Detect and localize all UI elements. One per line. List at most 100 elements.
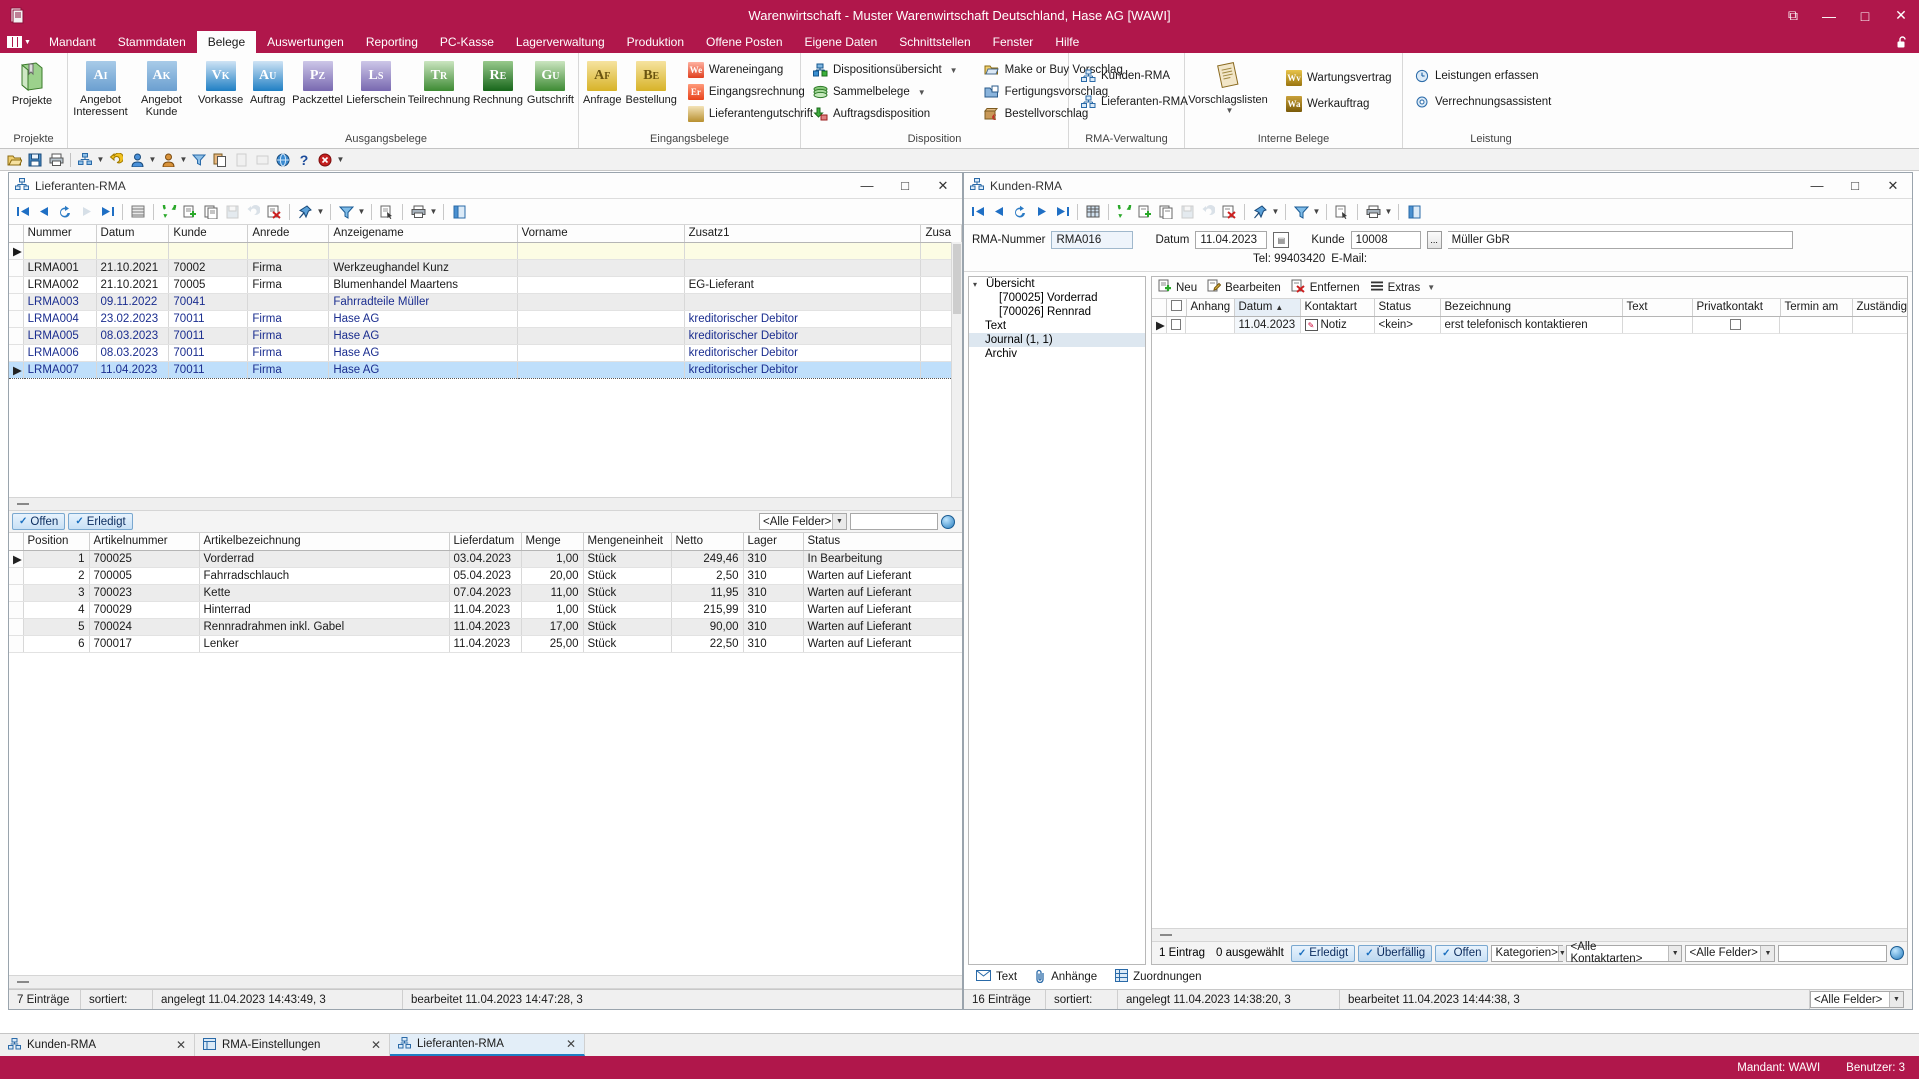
menu-item-reporting[interactable]: Reporting: [355, 31, 429, 53]
close-icon[interactable]: ✕: [566, 1037, 576, 1051]
menu-item-hilfe[interactable]: Hilfe: [1044, 31, 1090, 53]
network-icon[interactable]: [75, 151, 95, 169]
next-record-icon[interactable]: [76, 202, 96, 222]
journal-search-input[interactable]: [1778, 944, 1887, 962]
undo-record-icon[interactable]: [243, 202, 263, 222]
ribbon-button-anfrage[interactable]: AF Anfrage: [581, 58, 624, 109]
refresh-icon[interactable]: [159, 202, 179, 222]
chevron-down-icon[interactable]: ▼: [950, 66, 958, 75]
column-header-nummer[interactable]: Nummer: [23, 225, 97, 243]
overflow-icon[interactable]: ▼: [336, 155, 345, 164]
column-header-position[interactable]: Position: [23, 533, 90, 551]
save-record-icon[interactable]: [222, 202, 242, 222]
save-record-icon[interactable]: [1177, 202, 1197, 222]
new-record-icon[interactable]: [1135, 202, 1155, 222]
tree-node-text[interactable]: Text: [969, 319, 1145, 333]
ribbon-button-packzettel[interactable]: PZ Packzettel: [290, 58, 345, 109]
duplicate-record-icon[interactable]: [1156, 202, 1176, 222]
select-columns-icon[interactable]: [377, 202, 397, 222]
select-columns-icon[interactable]: [1332, 202, 1352, 222]
filter-cell[interactable]: [96, 242, 170, 260]
ribbon-button-wartungsvertrag[interactable]: Wv Wartungsvertrag: [1281, 68, 1397, 88]
table-row[interactable]: LRMA001 21.10.2021 70002 Firma Werkzeugh…: [9, 259, 962, 277]
chevron-down-icon[interactable]: ▼: [1271, 207, 1280, 216]
taskbar-item-kunden-rma[interactable]: Kunden-RMA ✕: [0, 1034, 195, 1056]
ribbon-button-kunden-rma[interactable]: Kunden-RMA: [1075, 66, 1193, 86]
ribbon-button-angebot-interessent[interactable]: AI Angebot Interessent: [70, 58, 131, 121]
menu-item-auswertungen[interactable]: Auswertungen: [256, 31, 355, 53]
doc1-icon[interactable]: [231, 151, 251, 169]
refresh-record-icon[interactable]: [55, 202, 75, 222]
chevron-down-icon[interactable]: ▼: [832, 514, 846, 529]
column-header-datum[interactable]: Datum: [96, 225, 170, 243]
ribbon-button-angebot-kunde[interactable]: AK Angebot Kunde: [131, 58, 192, 121]
ribbon-button-lieferantengutschrift[interactable]: Lieferantengutschrift: [683, 104, 818, 124]
bottom-link-zuordnungen[interactable]: Zuordnungen: [1115, 969, 1202, 985]
column-header-termin-am[interactable]: Termin am: [1780, 299, 1853, 317]
ribbon-button-bestellung[interactable]: BE Bestellung: [624, 58, 679, 109]
ribbon-button-lieferschein[interactable]: LS Lieferschein: [345, 58, 407, 109]
globe-icon[interactable]: [273, 151, 293, 169]
cell-row-checkbox[interactable]: [1166, 316, 1186, 334]
close-icon[interactable]: ✕: [371, 1038, 381, 1052]
kunde-input[interactable]: 10008: [1350, 231, 1421, 249]
ribbon-button-gutschrift[interactable]: GU Gutschrift: [525, 58, 576, 109]
filter-cell[interactable]: [168, 242, 249, 260]
column-header-datum[interactable]: Datum ▲: [1234, 299, 1301, 317]
chevron-down-icon[interactable]: ▼: [179, 155, 188, 164]
column-header-lager[interactable]: Lager: [743, 533, 804, 551]
close-icon[interactable]: ✕: [176, 1038, 186, 1052]
table-view-icon[interactable]: [1083, 202, 1103, 222]
menu-item-schnittstellen[interactable]: Schnittstellen: [888, 31, 981, 53]
close-window-button[interactable]: ✕: [1883, 0, 1919, 31]
column-header-anzeigename[interactable]: Anzeigename: [328, 225, 518, 243]
refresh-record-icon[interactable]: [1010, 202, 1030, 222]
collapse-handle[interactable]: [1160, 934, 1172, 936]
filter-cell[interactable]: [684, 242, 922, 260]
bottom-link-anhaenge[interactable]: Anhänge: [1035, 969, 1097, 986]
help-icon[interactable]: ?: [294, 151, 314, 169]
kontaktarten-combo[interactable]: <Alle Kontaktarten> ▼: [1566, 941, 1683, 964]
filter-cell[interactable]: [23, 242, 97, 260]
taskbar-item-lieferanten-rma[interactable]: Lieferanten-RMA ✕: [390, 1034, 585, 1056]
ribbon-button-rechnung[interactable]: RE Rechnung: [471, 58, 525, 109]
folder-open-icon[interactable]: [4, 151, 24, 169]
table-row[interactable]: 3 700023 Kette 07.04.2023 11,00 Stück 11…: [9, 584, 962, 602]
undo-record-icon[interactable]: [1198, 202, 1218, 222]
journal-collapse-bar[interactable]: [1152, 928, 1907, 942]
first-record-icon[interactable]: [968, 202, 988, 222]
save-icon[interactable]: [25, 151, 45, 169]
row-checkbox[interactable]: [1170, 319, 1181, 330]
ribbon-button-leistungen-erfassen[interactable]: Leistungen erfassen: [1409, 66, 1556, 86]
column-header-artikelbezeichnung[interactable]: Artikelbezeichnung: [199, 533, 450, 551]
last-record-icon[interactable]: [97, 202, 117, 222]
select-all-checkbox[interactable]: [1170, 300, 1182, 312]
globe-search-icon[interactable]: [941, 514, 955, 529]
delete-record-icon[interactable]: [1219, 202, 1239, 222]
filter-cell[interactable]: [517, 242, 685, 260]
restore-window-button[interactable]: ⧉: [1775, 0, 1811, 31]
column-header-select-all[interactable]: [1166, 299, 1187, 317]
column-header-mengeneinheit[interactable]: Mengeneinheit: [583, 533, 672, 551]
menu-item-produktion[interactable]: Produktion: [616, 31, 695, 53]
table-row[interactable]: LRMA003 09.11.2022 70041 Fahrradteile Mü…: [9, 293, 962, 311]
print-icon[interactable]: [408, 202, 428, 222]
menu-item-fenster[interactable]: Fenster: [982, 31, 1045, 53]
collapse-handle[interactable]: [17, 503, 29, 505]
undo-icon[interactable]: [106, 151, 126, 169]
minimize-button[interactable]: —: [1798, 173, 1836, 198]
menu-item-offene-posten[interactable]: Offene Posten: [695, 31, 794, 53]
maximize-window-button[interactable]: □: [1847, 0, 1883, 31]
filter-button-ueberfaellig[interactable]: ✓ Überfällig: [1358, 944, 1433, 962]
column-header-menge[interactable]: Menge: [521, 533, 584, 551]
last-record-icon[interactable]: [1052, 202, 1072, 222]
menu-item-mandant[interactable]: Mandant: [38, 31, 107, 53]
unlock-icon[interactable]: [1895, 31, 1911, 53]
quick-access-menu-button[interactable]: ▼: [0, 31, 38, 53]
ribbon-button-projekte[interactable]: Projekte: [2, 58, 62, 110]
chevron-down-icon[interactable]: ▼: [429, 207, 438, 216]
kunde-lookup-button[interactable]: ...: [1426, 231, 1442, 249]
table-row[interactable]: LRMA005 08.03.2023 70011 Firma Hase AG k…: [9, 327, 962, 345]
column-header-status[interactable]: Status: [1374, 299, 1441, 317]
ribbon-button-dispositionsuebersicht[interactable]: Dispositionsübersicht ▼: [807, 60, 963, 80]
